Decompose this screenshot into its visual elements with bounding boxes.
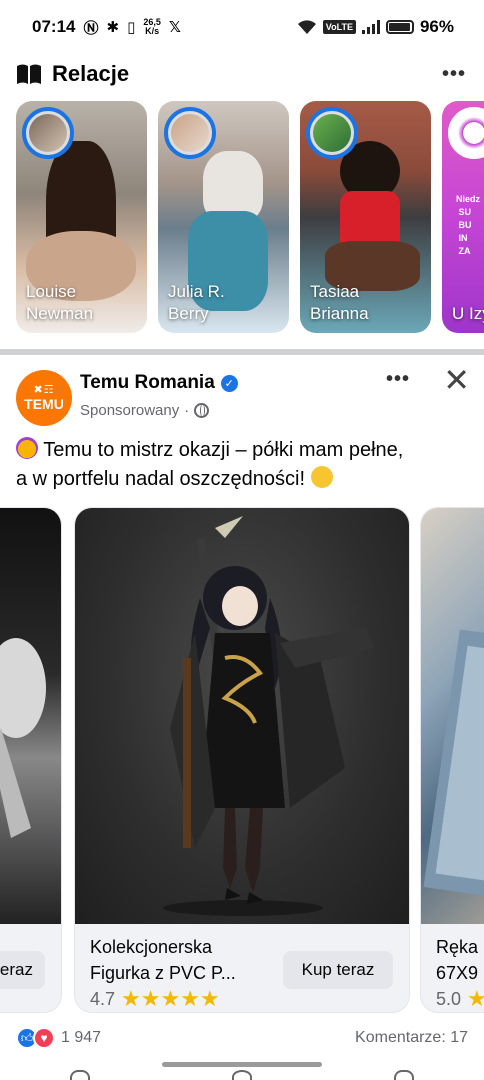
gesture-nav-bar[interactable] [162, 1062, 322, 1067]
love-reaction-icon: ♥ [33, 1027, 55, 1049]
star-rating-icon: ★★★★★ [121, 986, 220, 1011]
story-name: Julia R. Berry [168, 281, 225, 325]
post-header: ✖☶ TEMU Temu Romania ✓ Sponsorowany · ••… [16, 364, 472, 428]
product-title-line2[interactable]: 67X9 [436, 963, 478, 983]
page-name[interactable]: Temu Romania ✓ [80, 372, 238, 394]
reactions-bar: 👍︎ ♥ 1 947 Komentarze: 17 [16, 1024, 468, 1052]
page-name-text[interactable]: Temu Romania [80, 372, 215, 394]
bluetooth-icon: ✱ [106, 19, 120, 36]
volte-badge: VoLTE [322, 20, 356, 34]
status-bar: 07:14 Ⓝ ✱ ▯ 26,5 K/s 𝕏 VoLTE 96% [0, 0, 484, 54]
star-struck-emoji-icon [16, 437, 38, 459]
avatar [448, 107, 484, 159]
star-rating-icon: ★ [467, 986, 484, 1012]
network-speed: 26,5 K/s [143, 18, 161, 36]
product-image[interactable] [75, 508, 409, 924]
product-title[interactable]: Ręka 67X9 [436, 934, 484, 986]
rating-value: 5.0 [436, 988, 462, 1009]
story-name: Tasiaa Brianna [310, 281, 369, 325]
nfc-icon: Ⓝ [83, 19, 99, 37]
signal-icon [361, 20, 380, 34]
product-image[interactable] [0, 508, 61, 924]
share-action-icon[interactable] [394, 1070, 414, 1080]
product-card[interactable]: Kolekcjonerska Figurka z PVC P... 4.7 ★★… [74, 507, 410, 1013]
product-title-line2[interactable]: Figurka z PVC P... [90, 963, 236, 983]
wifi-icon [297, 20, 316, 34]
post-text-line2: a w portfelu nadal oszczędności! [16, 468, 306, 490]
story-card[interactable]: Julia R. Berry [158, 101, 289, 333]
product-card[interactable]: Ręka 67X9 5.0 ★ [420, 507, 484, 1013]
product-rating: 4.7 ★★★★★ [90, 986, 220, 1012]
product-rating: 5.0 ★ [436, 986, 484, 1012]
post-text-line1: Temu to mistrz okazji – półki mam pełne, [43, 439, 404, 461]
product-image[interactable] [421, 508, 484, 924]
like-action-icon[interactable] [70, 1070, 90, 1080]
story-card[interactable]: Louise Newman [16, 101, 147, 333]
rating-value: 4.7 [90, 988, 116, 1009]
verified-badge-icon: ✓ [220, 374, 238, 392]
speed-unit: K/s [145, 26, 160, 36]
stories-carousel: Louise Newman Julia R. Berry Tasiaa Bria… [16, 101, 484, 333]
story-name-line1: Julia R. [168, 282, 225, 301]
status-time: 07:14 [32, 17, 76, 36]
comment-action-icon[interactable] [232, 1070, 252, 1080]
story-name: U Izy [452, 303, 484, 325]
story-name-line2: Berry [168, 304, 209, 323]
anime-figure-illustration [163, 516, 375, 916]
story-card[interactable]: Tasiaa Brianna [300, 101, 431, 333]
story-name-line1: U Izy [452, 304, 484, 323]
product-title-line1[interactable]: Ręka [436, 937, 478, 957]
reaction-count[interactable]: 1 947 [61, 1029, 101, 1047]
stories-title: Relacje [52, 61, 130, 86]
product-title[interactable]: Kolekcjonerska Figurka z PVC P... [90, 934, 270, 986]
story-name: Louise Newman [26, 281, 93, 325]
x-app-icon: 𝕏 [168, 19, 181, 36]
story-name-line2: Newman [26, 304, 94, 323]
sponsored-text: Sponsorowany [80, 402, 180, 419]
book-icon [17, 64, 41, 84]
product-title-line1[interactable]: Kolekcjonerska [90, 937, 212, 957]
more-options-icon[interactable]: ••• [386, 368, 410, 391]
post-text: Temu to mistrz okazji – półki mam pełne,… [16, 436, 476, 494]
more-dots-icon[interactable]: ••• [442, 63, 466, 86]
buy-now-button[interactable]: eraz [0, 951, 45, 989]
separator-dot: · [184, 402, 190, 419]
product-card[interactable]: eraz [0, 507, 62, 1013]
vibrate-icon: ▯ [127, 19, 136, 36]
sponsored-label: Sponsorowany · [80, 402, 210, 419]
stories-header: Relacje ••• [0, 54, 484, 94]
avatar [164, 107, 216, 159]
page-avatar[interactable]: ✖☶ TEMU [16, 370, 72, 426]
product-carousel[interactable]: eraz Kolekcjonerska Figurka z PVC P... 4… [0, 507, 484, 1013]
battery-icon [385, 20, 414, 34]
story-name-line2: Brianna [310, 304, 369, 323]
buy-now-button[interactable]: Kup teraz [283, 951, 393, 989]
story-name-line1: Tasiaa [310, 282, 360, 301]
story-promo-text: Niedz SU BU IN ZA [456, 194, 481, 256]
story-name-line1: Louise [26, 282, 77, 301]
story-card[interactable]: Niedz SU BU IN ZA U Izy [442, 101, 484, 333]
avatar [22, 107, 74, 159]
avatar [306, 107, 358, 159]
comments-count[interactable]: Komentarze: 17 [355, 1029, 468, 1047]
avatar-logo-glyphs: ✖☶ [33, 384, 55, 396]
avatar-logo-text: TEMU [24, 396, 64, 412]
globe-icon [194, 403, 210, 418]
reaction-summary[interactable]: 👍︎ ♥ 1 947 [16, 1027, 101, 1049]
party-face-emoji-icon [310, 466, 333, 488]
close-icon[interactable]: ✕ [443, 364, 470, 396]
feed-divider [0, 349, 484, 355]
battery-level: 96% [419, 17, 454, 36]
